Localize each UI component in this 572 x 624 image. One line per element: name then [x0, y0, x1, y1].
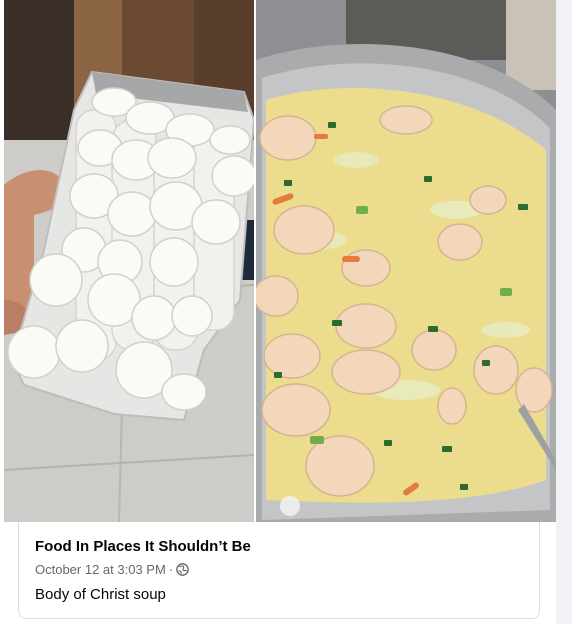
- meta-separator: ·: [168, 561, 174, 577]
- group-name-link[interactable]: Food In Places It Shouldn’t Be: [35, 538, 251, 555]
- wafers-photo[interactable]: [4, 0, 254, 522]
- post-caption-card: Food In Places It Shouldn’t Be October 1…: [18, 522, 540, 619]
- page-scrollbar[interactable]: [557, 0, 572, 624]
- soup-photo[interactable]: [256, 0, 556, 522]
- post-meta: October 12 at 3:03 PM ·: [35, 560, 189, 578]
- post-timestamp[interactable]: October 12 at 3:03 PM: [35, 562, 166, 577]
- post-text: Body of Christ soup: [35, 586, 166, 603]
- facebook-post: Food In Places It Shouldn’t Be October 1…: [0, 0, 556, 624]
- post-photos: [4, 0, 556, 522]
- globe-icon[interactable]: [176, 562, 189, 576]
